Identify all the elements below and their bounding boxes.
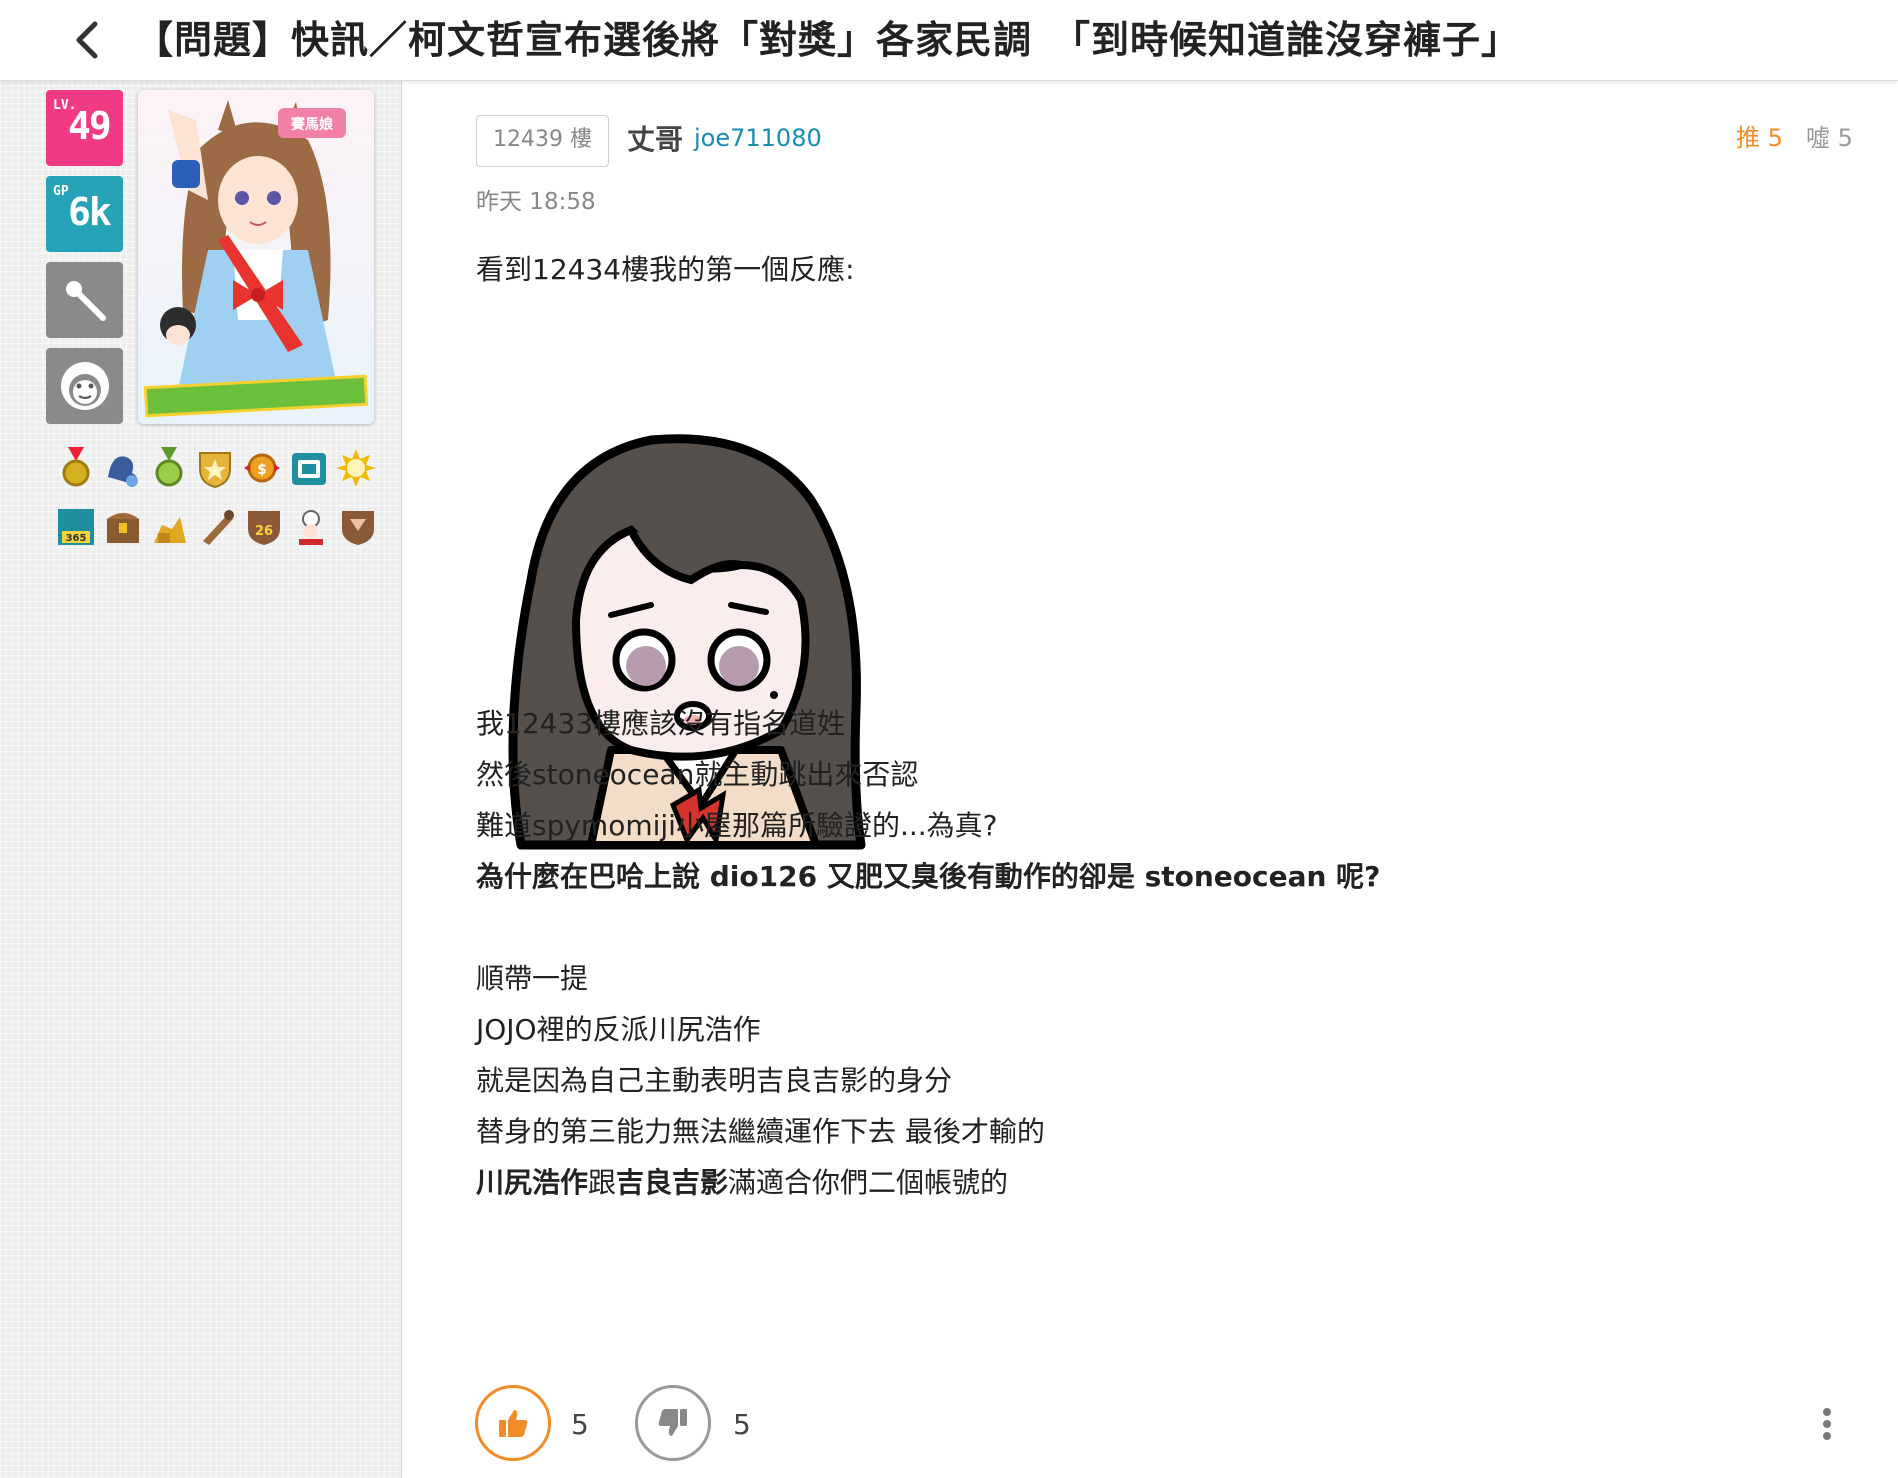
gold-medal-badge-icon[interactable] <box>56 446 95 490</box>
thread-title: 【問題】快訊／柯文哲宣布選後將「對獎」各家民調 「到時候知道誰沒穿褲子」 <box>135 18 1521 62</box>
post-time: 昨天 18:58 <box>476 189 596 215</box>
wand-tool-button[interactable] <box>46 262 123 338</box>
monkey-face-icon <box>60 362 109 410</box>
floor-number[interactable]: 12439 樓 <box>476 115 609 167</box>
post-line: 看到12434樓我的第一個反應: <box>476 253 855 286</box>
bold-name-2: 吉良吉影 <box>616 1166 729 1199</box>
gp-badge: GP 6k <box>46 176 123 252</box>
avatar[interactable]: 賽馬娘 <box>138 90 374 424</box>
sun-badge-icon[interactable] <box>335 446 376 490</box>
gold-pile-badge-icon[interactable] <box>150 504 190 548</box>
thumbs-up-icon <box>499 1410 528 1437</box>
gp-label: GP <box>53 184 69 199</box>
back-button[interactable] <box>62 14 114 66</box>
avatar-illustration: 賽馬娘 <box>138 90 374 424</box>
post-line: 然後stoneocean就主動跳出來否認 <box>476 758 919 791</box>
coin-badge-icon[interactable]: $ <box>242 446 282 490</box>
user-sidebar: LV. 49 GP 6k 賽馬娘 $ 365 26 <box>0 80 402 1478</box>
top-bar: 【問題】快訊／柯文哲宣布選後將「對獎」各家民調 「到時候知道誰沒穿褲子」 <box>0 0 1898 81</box>
post-line: JOJO裡的反派川尻浩作 <box>476 1013 761 1046</box>
post-line-bold: 為什麼在巴哈上說 dio126 又肥又臭後有動作的卻是 stoneocean 呢… <box>476 860 1381 893</box>
gp-value: 6k <box>68 190 112 234</box>
bold-name-1: 川尻浩作 <box>476 1166 589 1199</box>
svg-text:賽馬娘: 賽馬娘 <box>290 116 334 133</box>
chef-badge-icon[interactable] <box>291 504 331 548</box>
trailing-text: 滿適合你們二個帳號的 <box>728 1166 1009 1199</box>
green-medal-badge-icon[interactable] <box>149 446 188 490</box>
more-dot-icon <box>1823 1432 1831 1440</box>
dragon-badge-icon[interactable] <box>102 446 142 490</box>
svg-text:365: 365 <box>66 533 87 544</box>
calendar-365-badge-icon[interactable]: 365 <box>56 504 96 548</box>
star-shield-badge-icon[interactable] <box>196 446 235 490</box>
treasure-chest-badge-icon[interactable] <box>103 504 143 548</box>
author-id-link[interactable]: joe711080 <box>694 124 822 152</box>
post-line-mixed: 川尻浩作跟吉良吉影滿適合你們二個帳號的 <box>476 1161 1008 1201</box>
post-line: 難道spymomiji小屋那篇所驗證的...為真? <box>476 809 998 842</box>
level-value: 49 <box>68 104 112 148</box>
svg-text:$: $ <box>257 462 267 478</box>
level-badge: LV. 49 <box>46 90 123 166</box>
boo-count[interactable]: 噓 5 <box>1806 118 1853 153</box>
more-dot-icon <box>1823 1420 1831 1428</box>
author-name[interactable]: 丈哥 <box>627 118 683 158</box>
push-count[interactable]: 推 5 <box>1736 118 1783 153</box>
dislike-count: 5 <box>733 1408 751 1441</box>
wand-icon <box>65 281 106 321</box>
post-line: 順帶一提 <box>476 962 589 995</box>
character-button[interactable] <box>46 348 123 424</box>
connector-text: 跟 <box>588 1166 617 1199</box>
shield-26-badge-icon[interactable]: 26 <box>244 504 284 548</box>
post-line: 我12433樓應該沒有指名道姓 <box>476 707 846 740</box>
slingshot-badge-icon[interactable] <box>197 504 237 548</box>
more-dot-icon <box>1823 1408 1831 1416</box>
badge-collection: $ 365 26 <box>56 446 376 562</box>
thumbs-down-icon <box>658 1409 687 1436</box>
post-line: 就是因為自己主動表明吉良吉影的身分 <box>476 1064 953 1097</box>
svg-text:26: 26 <box>255 524 273 539</box>
post-content: 12439 樓 丈哥 joe711080 昨天 18:58 推 5 噓 5 看到… <box>401 80 1898 1478</box>
chevron-left-icon <box>76 21 98 59</box>
dislike-button[interactable] <box>635 1385 711 1461</box>
brown-shield-badge-icon[interactable] <box>338 504 378 548</box>
post-line: 替身的第三能力無法繼續運作下去 最後才輸的 <box>476 1115 1045 1148</box>
more-options-button[interactable] <box>1809 1402 1845 1446</box>
like-button[interactable] <box>475 1385 551 1461</box>
like-count: 5 <box>571 1408 589 1441</box>
tv-badge-icon[interactable] <box>289 446 329 490</box>
